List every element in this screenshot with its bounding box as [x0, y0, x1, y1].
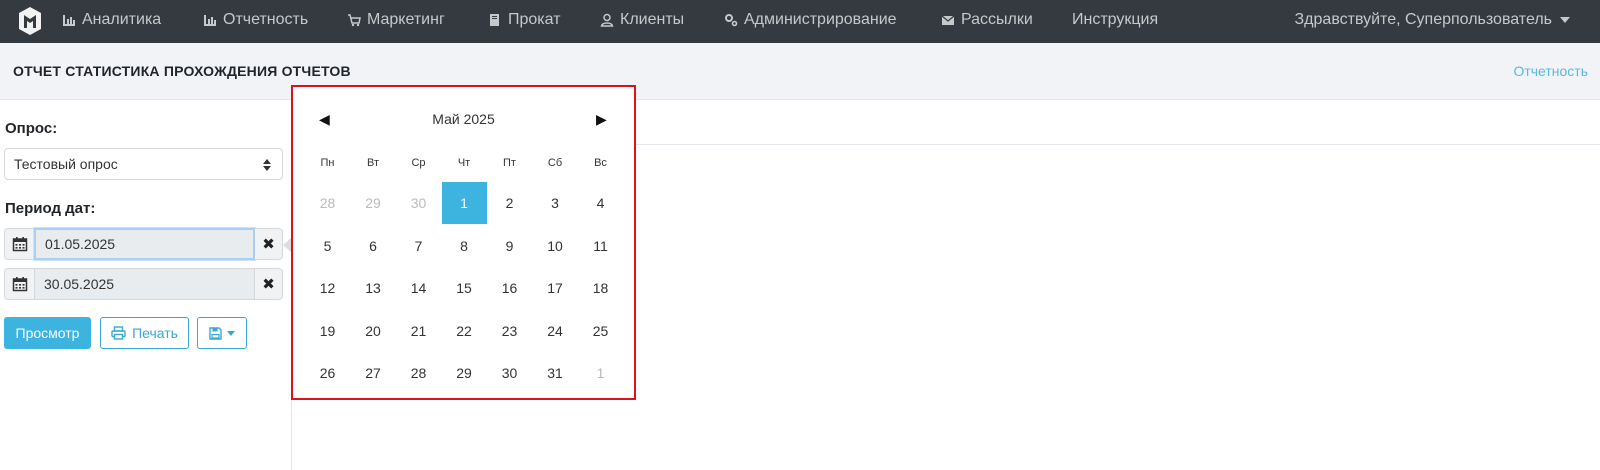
nav-instructions[interactable]: Инструкция — [1072, 0, 1158, 40]
view-button[interactable]: Просмотр — [4, 317, 91, 349]
calendar-day[interactable]: 12 — [305, 267, 350, 309]
nav-analytics[interactable]: Аналитика — [62, 0, 161, 40]
nav-reporting[interactable]: Отчетность — [203, 0, 308, 40]
clear-date-to-icon[interactable]: ✖ — [255, 268, 283, 300]
calendar-day[interactable]: 26 — [305, 352, 350, 394]
period-label: Период дат: — [5, 200, 96, 217]
brand-logo[interactable] — [18, 6, 42, 36]
nav-label: Инструкция — [1072, 11, 1159, 28]
print-button-label: Печать — [132, 325, 178, 341]
nav-label: Клиенты — [620, 11, 685, 28]
calendar-day[interactable]: 31 — [533, 352, 578, 394]
survey-label: Опрос: — [5, 120, 58, 137]
user-icon — [600, 13, 614, 27]
datepicker-popup: Май 2025 ◀ ▶ Пн Вт Ср Чт Пт Сб Вс 28 29 30 1 2 3 4 5 6 7… — [291, 85, 636, 400]
weekday-header: Пн — [320, 157, 335, 169]
calendar-day[interactable]: 30 — [396, 182, 441, 224]
clear-date-from-icon[interactable]: ✖ — [255, 228, 283, 260]
calendar-icon[interactable] — [4, 268, 34, 300]
calendar-day[interactable]: 2 — [487, 182, 532, 224]
print-button[interactable]: Печать — [100, 317, 189, 349]
content-divider — [636, 144, 1600, 145]
calendar-day[interactable]: 9 — [487, 225, 532, 267]
calendar-day[interactable]: 8 — [442, 225, 487, 267]
calendar-day[interactable]: 7 — [396, 225, 441, 267]
envelope-icon — [941, 15, 955, 25]
calendar-day[interactable]: 14 — [396, 267, 441, 309]
calendar-day[interactable]: 29 — [351, 182, 396, 224]
calendar-day[interactable]: 6 — [351, 225, 396, 267]
calendar-day[interactable]: 11 — [578, 225, 623, 267]
page-header: ОТЧЕТ СТАТИСТИКА ПРОХОЖДЕНИЯ ОТЧЕТОВ Отч… — [0, 43, 1600, 100]
nav-label: Администрирование — [744, 11, 897, 28]
datepicker-month-title[interactable]: Май 2025 — [293, 111, 634, 127]
top-navbar: Аналитика Отчетность Маркетинг Прокат Кл… — [0, 0, 1600, 43]
calendar-day[interactable]: 24 — [533, 310, 578, 352]
date-to-group: 30.05.2025 ✖ — [4, 268, 283, 300]
cart-icon — [348, 14, 361, 27]
calendar-day[interactable]: 18 — [578, 267, 623, 309]
calendar-day[interactable]: 15 — [442, 267, 487, 309]
datepicker-pointer — [283, 238, 291, 252]
nav-clients[interactable]: Клиенты — [600, 0, 684, 40]
user-menu[interactable]: Здравствуйте, Суперпользователь — [1295, 0, 1570, 40]
user-greeting: Здравствуйте, Суперпользователь — [1294, 11, 1552, 28]
weekday-header: Пт — [503, 157, 516, 169]
date-from-group: 01.05.2025 ✖ — [4, 228, 283, 260]
bar-chart-icon — [63, 15, 75, 26]
nav-label: Прокат — [508, 11, 561, 28]
calendar-day[interactable]: 29 — [442, 352, 487, 394]
calendar-day[interactable]: 25 — [578, 310, 623, 352]
calendar-day[interactable]: 5 — [305, 225, 350, 267]
caret-down-icon — [227, 330, 235, 336]
date-from-input[interactable]: 01.05.2025 — [34, 228, 255, 260]
prev-month-button[interactable]: ◀ — [319, 111, 330, 128]
printer-icon — [111, 326, 126, 340]
bar-chart-icon — [204, 15, 216, 26]
page-title: ОТЧЕТ СТАТИСТИКА ПРОХОЖДЕНИЯ ОТЧЕТОВ — [13, 63, 351, 79]
nav-rental[interactable]: Прокат — [488, 0, 561, 40]
weekday-header: Сб — [547, 157, 563, 169]
calendar-day[interactable]: 28 — [396, 352, 441, 394]
calendar-day[interactable]: 30 — [487, 352, 532, 394]
calendar-day[interactable]: 23 — [487, 310, 532, 352]
calendar-day[interactable]: 1 — [578, 352, 623, 394]
date-to-input[interactable]: 30.05.2025 — [34, 268, 255, 300]
gears-icon — [725, 14, 738, 27]
calendar-day[interactable]: 22 — [442, 310, 487, 352]
calendar-day[interactable]: 28 — [305, 182, 350, 224]
calendar-icon[interactable] — [4, 228, 34, 260]
nav-marketing[interactable]: Маркетинг — [347, 0, 445, 40]
calendar-day[interactable]: 16 — [487, 267, 532, 309]
nav-label: Рассылки — [961, 11, 1033, 28]
calendar-day[interactable]: 17 — [533, 267, 578, 309]
nav-label: Аналитика — [82, 11, 162, 28]
weekday-header: Чт — [457, 157, 471, 169]
book-icon — [490, 14, 499, 26]
calendar-day[interactable]: 21 — [396, 310, 441, 352]
calendar-day[interactable]: 27 — [351, 352, 396, 394]
calendar-day[interactable]: 13 — [351, 267, 396, 309]
nav-mailings[interactable]: Рассылки — [941, 0, 1033, 40]
weekday-header: Вт — [366, 157, 379, 169]
calendar-day[interactable]: 3 — [533, 182, 578, 224]
calendar-day[interactable]: 20 — [351, 310, 396, 352]
breadcrumb-link[interactable]: Отчетность — [1513, 63, 1588, 79]
calendar-day[interactable]: 19 — [305, 310, 350, 352]
nav-administration[interactable]: Администрирование — [724, 0, 897, 40]
next-month-button[interactable]: ▶ — [596, 111, 607, 128]
survey-select[interactable]: Тестовый опрос — [4, 148, 283, 180]
save-icon — [209, 326, 222, 340]
weekday-header: Вс — [594, 157, 607, 169]
calendar-day[interactable]: 4 — [578, 182, 623, 224]
sort-arrows-icon — [263, 159, 271, 171]
chevron-down-icon — [1560, 17, 1570, 23]
weekday-header: Ср — [411, 157, 426, 169]
nav-label: Маркетинг — [367, 11, 445, 28]
nav-label: Отчетность — [223, 11, 309, 28]
survey-select-value: Тестовый опрос — [14, 156, 118, 172]
calendar-day[interactable]: 1 — [441, 182, 487, 224]
calendar-day[interactable]: 10 — [533, 225, 578, 267]
save-dropdown-button[interactable] — [197, 317, 247, 349]
